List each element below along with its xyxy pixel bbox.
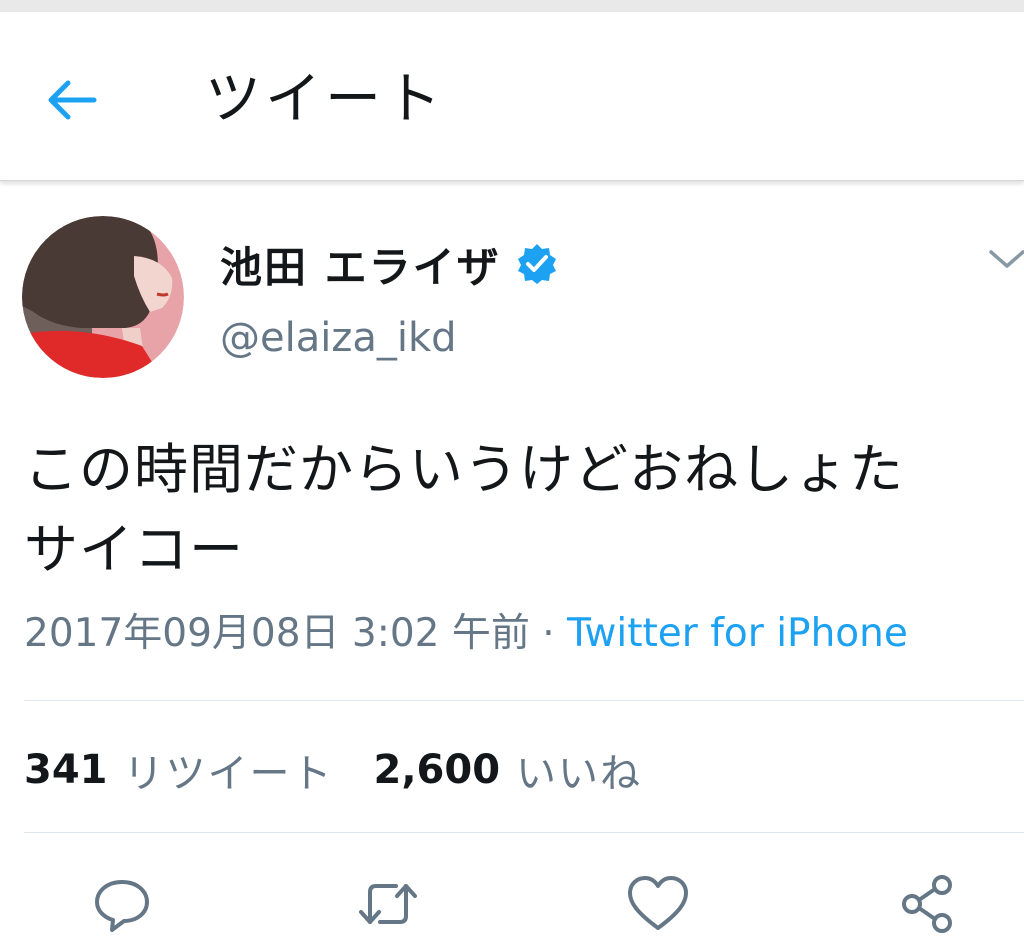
author-display-name[interactable]: 池田 エライザ — [220, 234, 501, 295]
back-arrow-icon — [48, 80, 97, 120]
verified-badge-icon — [515, 242, 559, 286]
tweet-text-line: この時間だからいうけどおねしょた — [24, 438, 904, 501]
top-app-bar: ツイート — [0, 12, 1024, 181]
like-label[interactable]: いいね — [516, 741, 642, 799]
retweet-button[interactable] — [356, 872, 420, 936]
retweet-label[interactable]: リツイート — [124, 741, 334, 799]
back-button[interactable] — [36, 72, 106, 128]
avatar[interactable] — [22, 216, 184, 378]
like-button[interactable] — [626, 872, 690, 936]
tweet-text: この時間だからいうけどおねしょた サイコー — [24, 430, 1024, 590]
tweet-stats: 341 リツイート 2,600 いいね — [24, 738, 642, 802]
reply-button[interactable] — [90, 872, 154, 936]
author-name-row: 池田 エライザ — [220, 232, 559, 296]
like-count[interactable]: 2,600 — [374, 747, 501, 793]
chevron-down-icon — [989, 250, 1024, 268]
retweet-icon — [359, 884, 417, 924]
tweet-action-bar — [0, 868, 1024, 940]
share-button[interactable] — [896, 872, 960, 936]
divider — [24, 700, 1024, 701]
tweet-timestamp: 2017年09月08日 3:02 午前 — [24, 611, 530, 656]
page-title: ツイート — [205, 67, 445, 132]
tweet-meta: 2017年09月08日 3:02 午前 · Twitter for iPhone — [24, 604, 908, 664]
tweet-source-link[interactable]: Twitter for iPhone — [567, 611, 908, 656]
divider — [24, 832, 1024, 833]
tweet-menu-chevron[interactable] — [985, 240, 1024, 280]
share-icon — [902, 875, 952, 933]
like-icon — [628, 876, 688, 930]
status-bar-strip — [0, 0, 1024, 12]
reply-icon — [95, 880, 149, 932]
retweet-count[interactable]: 341 — [24, 747, 108, 793]
tweet-text-line: サイコー — [24, 518, 244, 581]
author-handle[interactable]: @elaiza_ikd — [220, 310, 457, 366]
meta-separator: · — [529, 611, 568, 656]
